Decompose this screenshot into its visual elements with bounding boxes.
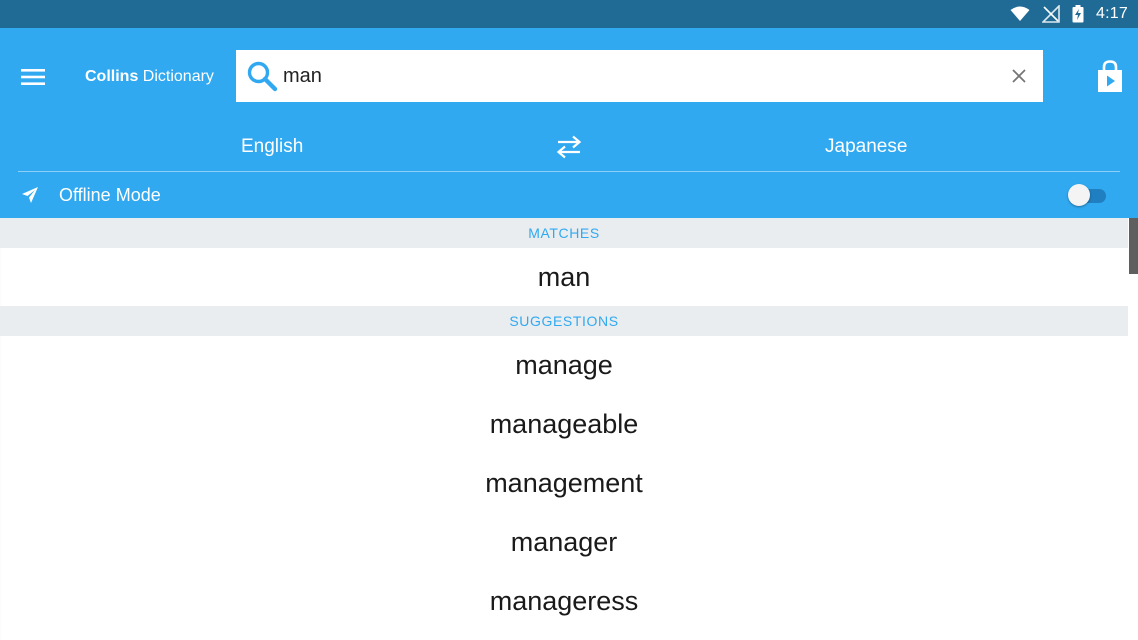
source-language[interactable]: English: [241, 136, 303, 158]
airplane-icon: [22, 187, 38, 203]
suggestions-header: SUGGESTIONS: [0, 306, 1128, 336]
status-time: 4:17: [1096, 5, 1128, 22]
search-box: [236, 50, 1043, 102]
swap-arrows-icon[interactable]: [554, 132, 584, 162]
clear-search-button[interactable]: [1007, 64, 1031, 88]
menu-button[interactable]: [16, 60, 50, 94]
match-item[interactable]: man: [0, 248, 1128, 306]
app-title: Collins Dictionary: [85, 66, 214, 88]
wifi-icon: [1010, 6, 1030, 21]
offline-mode-row: Offline Mode: [0, 172, 1138, 218]
suggestion-item[interactable]: manageress: [0, 572, 1128, 630]
suggestion-item[interactable]: manage: [0, 336, 1128, 394]
battery-charging-icon: [1072, 5, 1084, 23]
suggestion-item[interactable]: management: [0, 454, 1128, 512]
scrollbar[interactable]: [1128, 218, 1138, 640]
app-bar: Collins Dictionary English Japanese: [0, 28, 1138, 218]
results-list: MATCHES man SUGGESTIONS manage manageabl…: [0, 218, 1138, 640]
app-title-rest: Dictionary: [138, 68, 214, 85]
status-bar: 4:17: [0, 0, 1138, 28]
search-input[interactable]: [283, 58, 983, 94]
offline-mode-label: Offline Mode: [59, 185, 161, 205]
search-icon[interactable]: [246, 60, 278, 92]
toggle-thumb: [1068, 184, 1090, 206]
app-title-brand: Collins: [85, 68, 139, 85]
language-row: English Japanese: [0, 124, 1138, 170]
target-language[interactable]: Japanese: [825, 136, 907, 158]
suggestion-item[interactable]: manageable: [0, 395, 1128, 453]
no-signal-icon: [1042, 5, 1060, 23]
hamburger-menu-icon: [21, 69, 45, 85]
store-bag-icon[interactable]: [1096, 60, 1124, 94]
status-icons: 4:17: [1010, 0, 1128, 28]
offline-mode-toggle[interactable]: [1068, 184, 1106, 206]
close-icon: [1012, 69, 1026, 83]
suggestion-item[interactable]: manager: [0, 513, 1128, 571]
matches-header: MATCHES: [0, 218, 1128, 248]
scrollbar-thumb[interactable]: [1129, 218, 1138, 274]
